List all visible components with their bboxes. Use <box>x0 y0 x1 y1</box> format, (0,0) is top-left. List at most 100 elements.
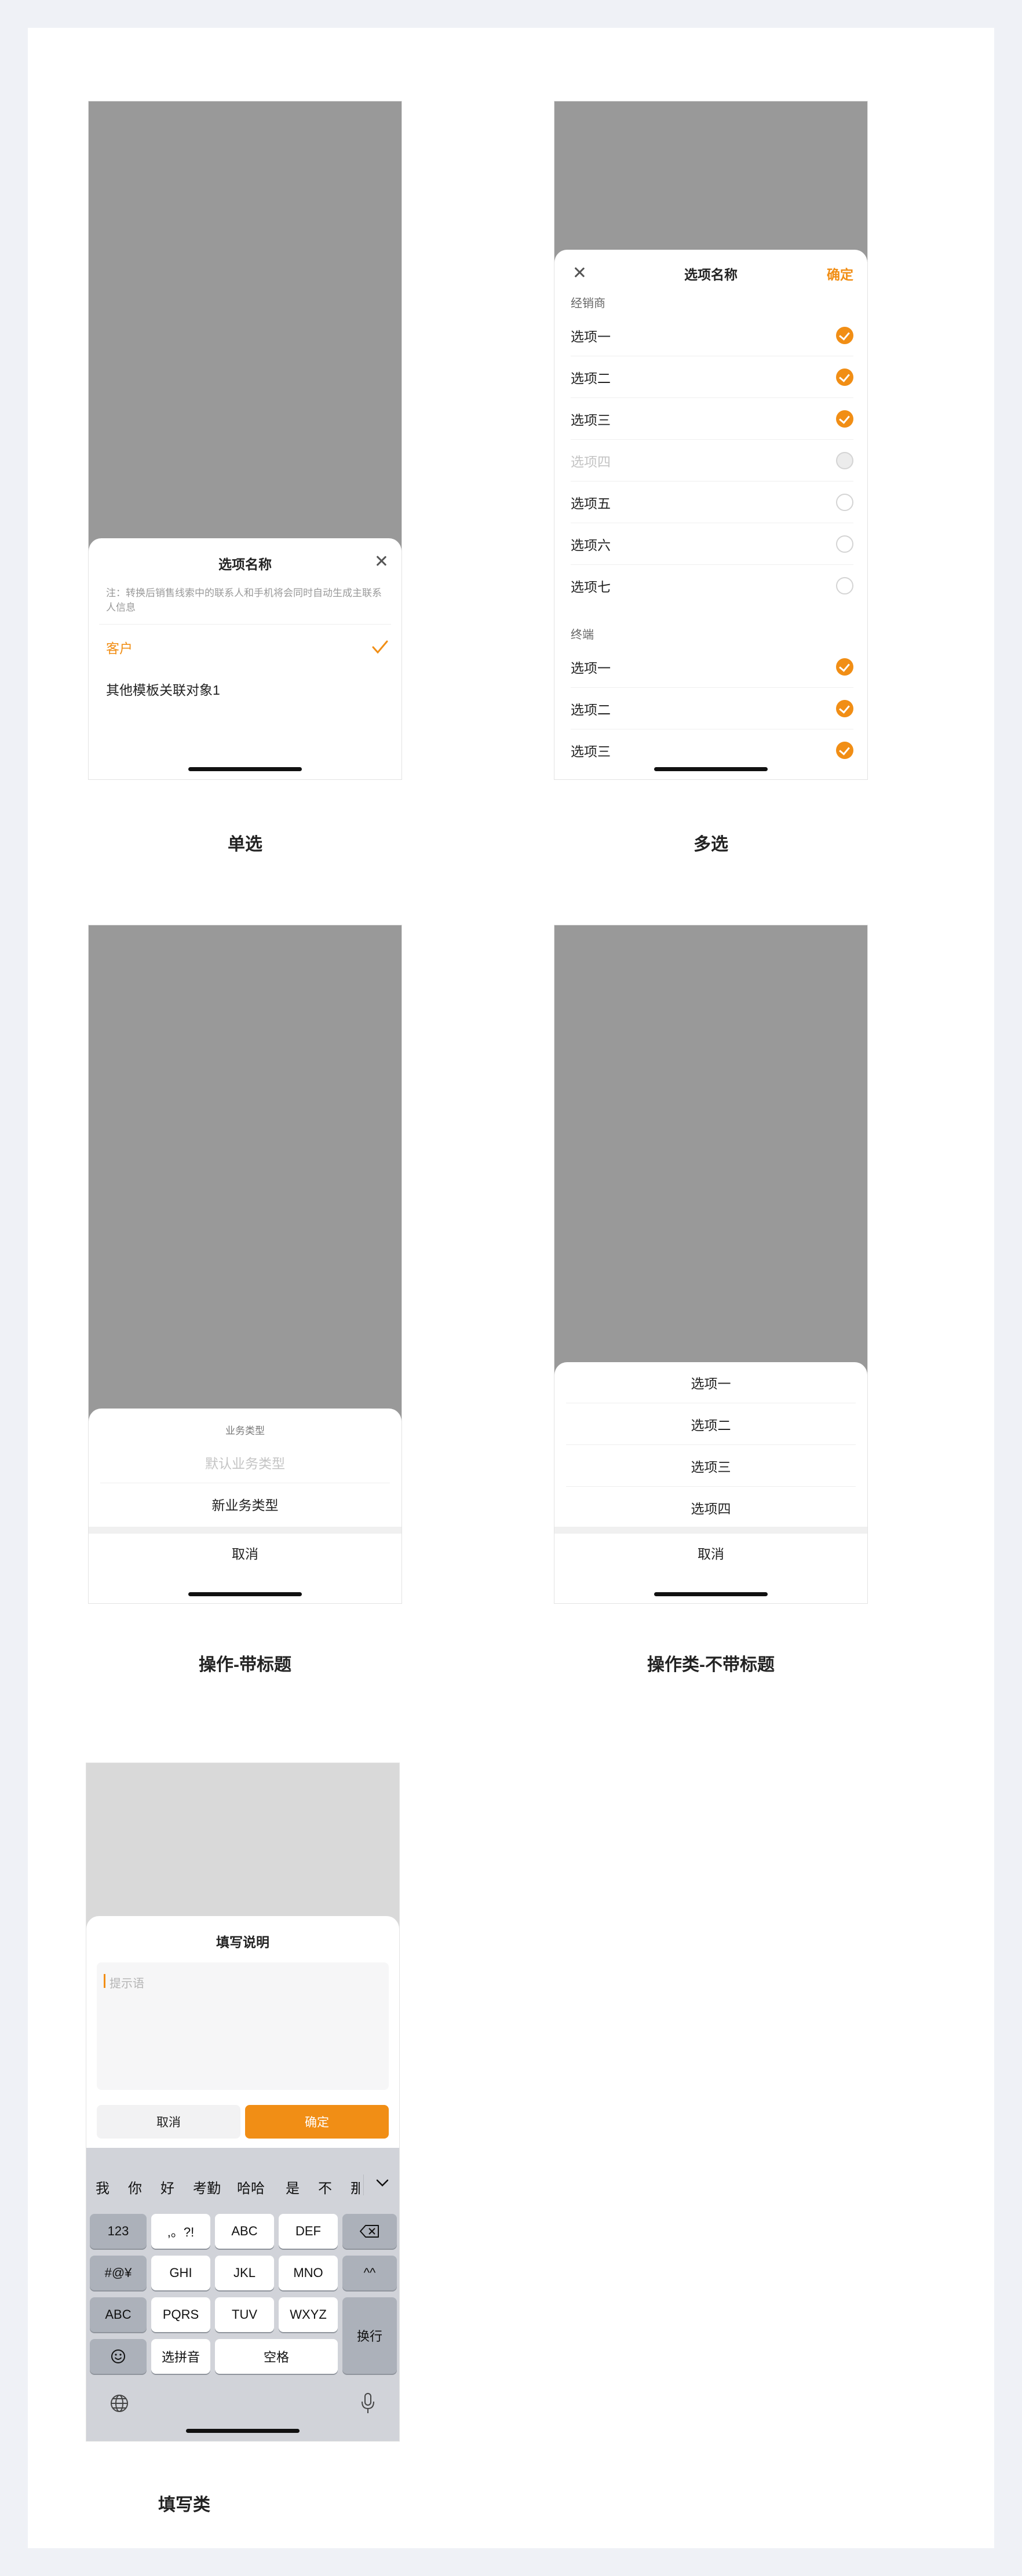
multi-option[interactable]: 选项六 <box>571 523 853 565</box>
action-option[interactable]: 选项三 <box>566 1456 856 1476</box>
option-label: 选项二 <box>571 702 611 717</box>
multi-option[interactable]: 选项三 <box>571 398 853 440</box>
multi-option[interactable]: 选项二 <box>571 688 853 729</box>
action-option-disabled: 默认业务类型 <box>205 1456 285 1471</box>
option-label: 客户 <box>106 641 133 656</box>
action-untitled-caption: 操作类-不带标题 <box>647 1655 775 1674</box>
multi-option-disabled: 选项四 <box>571 440 853 481</box>
key-punct[interactable]: ,。?! <box>151 2214 210 2249</box>
candidate[interactable]: 不 <box>318 2177 332 2197</box>
action-titled-caption: 操作-带标题 <box>199 1655 291 1674</box>
candidate[interactable]: 那 <box>351 2177 360 2197</box>
fill-sheet-title: 填写说明 <box>216 1935 269 1950</box>
checkbox-checked-icon <box>836 326 853 344</box>
backspace-key[interactable] <box>342 2214 397 2249</box>
confirm-button[interactable]: 确定 <box>827 264 853 283</box>
single-select-title: 选项名称 <box>218 557 272 572</box>
single-select-phone: 选项名称 注：转换后销售线索中的联系人和手机将会同时自动生成主联系人信息 客户 … <box>88 101 402 780</box>
key-tuv[interactable]: TUV <box>215 2297 274 2332</box>
description-textarea[interactable]: 提示语 <box>97 1962 389 2090</box>
key-symbols[interactable]: #@¥ <box>90 2256 147 2290</box>
group-label-terminal: 终端 <box>571 629 594 641</box>
single-select-sheet: 选项名称 注：转换后销售线索中的联系人和手机将会同时自动生成主联系人信息 客户 … <box>89 538 402 779</box>
key-mno[interactable]: MNO <box>279 2256 338 2290</box>
single-select-note: 注：转换后销售线索中的联系人和手机将会同时自动生成主联系人信息 <box>106 588 382 613</box>
multi-option[interactable]: 选项一 <box>571 315 853 356</box>
key-jkl[interactable]: JKL <box>215 2256 274 2290</box>
checkbox-checked-icon <box>836 699 853 717</box>
chevron-down-icon[interactable] <box>376 2179 389 2187</box>
key-emoticon[interactable]: ^^ <box>342 2256 397 2290</box>
candidate-bar: 我 你 好 考勤 哈哈 是 不 那 <box>86 2174 399 2200</box>
action-titled-sheet: 业务类型 默认业务类型 新业务类型 取消 <box>89 1409 402 1603</box>
key-abc[interactable]: ABC <box>215 2214 274 2249</box>
multi-option[interactable]: 选项一 <box>571 646 853 688</box>
checkbox-checked-icon <box>836 742 853 759</box>
multi-option[interactable]: 选项二 <box>571 356 853 398</box>
home-indicator <box>654 1592 768 1596</box>
multi-option[interactable]: 选项五 <box>571 481 853 523</box>
cancel-button[interactable]: 取消 <box>97 2105 240 2139</box>
key-123[interactable]: 123 <box>90 2214 147 2249</box>
microphone-icon[interactable] <box>360 2392 376 2414</box>
option-label: 其他模板关联对象1 <box>106 683 220 698</box>
fill-sheet: 填写说明 提示语 取消 确定 <box>86 1916 399 2148</box>
placeholder-text: 提示语 <box>110 1977 144 1990</box>
action-option[interactable]: 新业务类型 <box>100 1494 390 1514</box>
option-label: 选项一 <box>571 660 611 676</box>
candidate[interactable]: 我 <box>96 2177 110 2197</box>
multi-option[interactable]: 选项七 <box>571 565 853 607</box>
single-option-customer[interactable]: 客户 <box>106 626 391 668</box>
checkbox-unchecked-icon <box>836 577 853 594</box>
option-label: 选项三 <box>571 412 611 428</box>
space-key[interactable]: 空格 <box>215 2339 338 2374</box>
confirm-button[interactable]: 确定 <box>245 2105 389 2139</box>
action-untitled-sheet: 选项一 选项二 选项三 选项四 取消 <box>554 1362 867 1603</box>
candidate[interactable]: 哈哈 <box>237 2177 265 2197</box>
key-pqrs[interactable]: PQRS <box>151 2297 210 2332</box>
close-icon[interactable] <box>374 553 389 568</box>
key-ghi[interactable]: GHI <box>151 2256 210 2290</box>
multi-option[interactable]: 选项三 <box>571 729 853 771</box>
separator-band <box>554 1527 867 1534</box>
action-option[interactable]: 选项一 <box>566 1373 856 1392</box>
candidate[interactable]: 你 <box>128 2177 142 2197</box>
single-option-other[interactable]: 其他模板关联对象1 <box>106 668 391 710</box>
key-pinyin[interactable]: 选拼音 <box>151 2339 210 2374</box>
checkbox-checked-icon <box>836 658 853 676</box>
separator <box>363 2174 364 2195</box>
backspace-icon <box>360 2225 379 2238</box>
separator-band <box>89 1527 402 1534</box>
option-label: 选项一 <box>571 329 611 344</box>
candidate[interactable]: 是 <box>286 2177 300 2197</box>
check-icon <box>372 640 388 654</box>
home-indicator <box>186 2429 300 2433</box>
globe-icon[interactable] <box>110 2393 129 2413</box>
action-option[interactable]: 选项二 <box>566 1414 856 1434</box>
ime-keyboard: 我 你 好 考勤 哈哈 是 不 那 123 ,。?! ABC DEF <box>86 2148 399 2441</box>
checkbox-checked-icon <box>836 368 853 386</box>
multi-select-caption: 多选 <box>694 835 728 854</box>
action-option[interactable]: 选项四 <box>566 1498 856 1517</box>
text-cursor <box>104 1974 105 1988</box>
checkbox-checked-icon <box>836 410 853 428</box>
emoji-key[interactable] <box>90 2339 147 2374</box>
candidate[interactable]: 考勤 <box>193 2177 221 2197</box>
single-select-caption: 单选 <box>228 835 262 854</box>
divider <box>99 624 391 625</box>
key-abc-switch[interactable]: ABC <box>90 2297 147 2332</box>
multi-select-title: 选项名称 <box>684 267 738 282</box>
action-untitled-phone: 选项一 选项二 选项三 选项四 取消 <box>554 925 868 1604</box>
key-def[interactable]: DEF <box>279 2214 338 2249</box>
key-newline[interactable]: 换行 <box>342 2297 397 2374</box>
cancel-button[interactable]: 取消 <box>566 1543 856 1563</box>
checkbox-unchecked-icon <box>836 535 853 553</box>
home-indicator <box>654 767 768 771</box>
home-indicator <box>188 1592 302 1596</box>
key-wxyz[interactable]: WXYZ <box>279 2297 338 2332</box>
checkbox-unchecked-icon <box>836 493 853 511</box>
option-label: 选项三 <box>571 744 611 759</box>
fill-caption: 填写类 <box>158 2495 210 2515</box>
cancel-button[interactable]: 取消 <box>100 1543 390 1563</box>
candidate[interactable]: 好 <box>160 2177 174 2197</box>
